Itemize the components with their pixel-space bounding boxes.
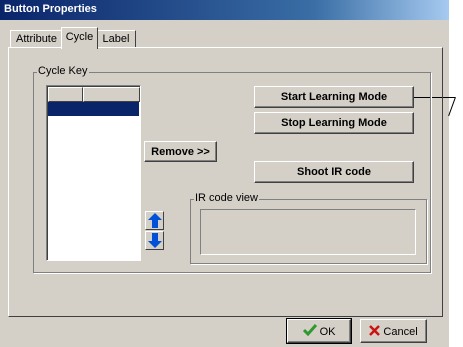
- tab-label[interactable]: Label: [96, 30, 136, 48]
- start-learning-mode-button[interactable]: Start Learning Mode: [254, 86, 414, 108]
- cycle-key-list[interactable]: [46, 85, 141, 261]
- x-icon: [369, 324, 381, 336]
- arrow-up-icon: [148, 213, 162, 228]
- move-up-button[interactable]: [145, 211, 164, 230]
- shoot-ir-code-button[interactable]: Shoot IR code: [254, 161, 414, 183]
- tab-label-label: Label: [102, 33, 130, 45]
- arrow-down-icon: [148, 233, 162, 248]
- button-properties-dialog: Button Properties Attribute Cycle Label …: [0, 0, 449, 347]
- tab-cycle[interactable]: Cycle: [61, 27, 98, 49]
- window-title: Button Properties: [4, 3, 97, 15]
- ok-button[interactable]: OK: [286, 318, 352, 344]
- ir-code-view-field: [200, 209, 416, 255]
- tab-attribute[interactable]: Attribute: [10, 30, 63, 48]
- cancel-label: Cancel: [383, 325, 418, 338]
- title-bar[interactable]: Button Properties: [0, 0, 449, 20]
- ir-code-view-legend: IR code view: [194, 192, 259, 204]
- list-row-selected[interactable]: [48, 102, 139, 116]
- annotation-pointer-line: [448, 97, 456, 117]
- stop-learning-mode-button[interactable]: Stop Learning Mode: [254, 112, 414, 134]
- checkmark-icon: [302, 324, 317, 337]
- tab-attribute-label: Attribute: [16, 33, 57, 45]
- list-column-header[interactable]: [83, 87, 140, 102]
- cancel-button[interactable]: Cancel: [360, 319, 427, 343]
- remove-button[interactable]: Remove >>: [144, 141, 217, 162]
- cycle-key-legend: Cycle Key: [37, 65, 89, 77]
- move-down-button[interactable]: [145, 231, 164, 250]
- list-column-header[interactable]: [48, 87, 83, 102]
- tab-cycle-label: Cycle: [65, 31, 94, 43]
- ok-label: OK: [319, 326, 336, 338]
